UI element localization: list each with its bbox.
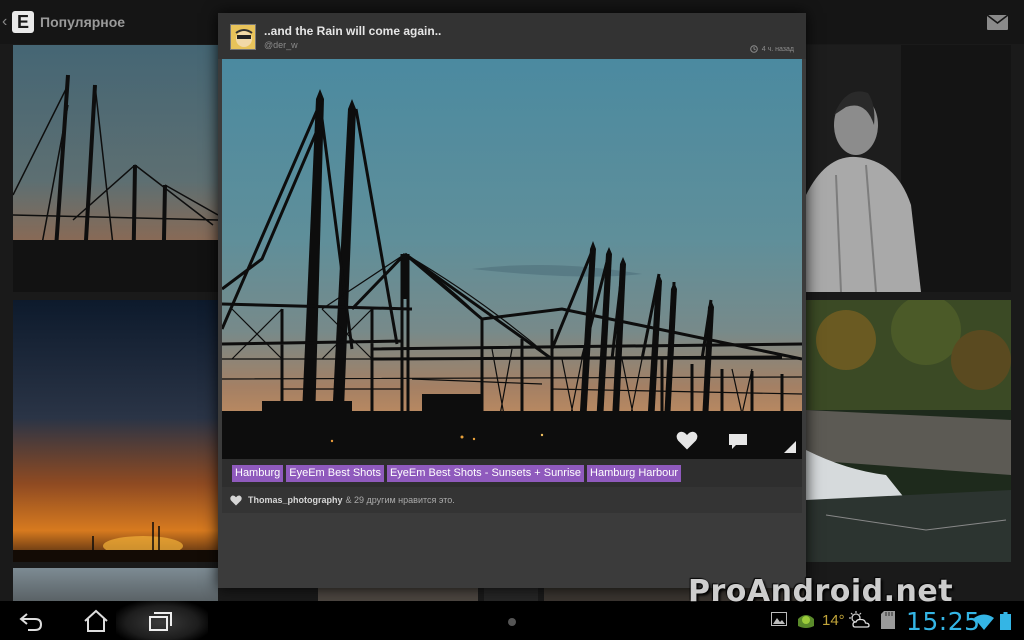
expand-corner-icon[interactable] — [784, 441, 796, 453]
grid-photo-bottom-camera[interactable] — [484, 588, 538, 601]
tag-chip[interactable]: Hamburg Harbour — [587, 464, 682, 482]
battery-icon — [1000, 612, 1011, 630]
heart-icon — [230, 495, 242, 505]
tag-chip[interactable]: EyeEm Best Shots — [286, 464, 384, 482]
wifi-icon — [974, 614, 994, 630]
grid-photo-waterfall[interactable] — [806, 300, 1011, 562]
back-nav-icon[interactable] — [18, 608, 44, 634]
gallery-icon — [771, 612, 787, 626]
grid-photo-bottom-mid[interactable] — [318, 588, 478, 601]
sd-card-icon — [881, 611, 895, 629]
tag-chip[interactable]: Hamburg — [232, 464, 284, 482]
tag-chip[interactable]: EyeEm Best Shots - Sunsets + Sunrise — [386, 464, 585, 482]
grid-photo-sunset[interactable] — [13, 300, 218, 562]
android-icon — [798, 615, 814, 628]
mail-icon[interactable] — [987, 15, 1008, 30]
recents-nav-icon[interactable] — [148, 608, 174, 634]
heart-icon[interactable] — [676, 431, 698, 450]
grid-photo-cranes[interactable] — [13, 45, 218, 292]
page-indicator-dot — [508, 618, 516, 626]
watermark: ProAndroid.net — [688, 574, 954, 609]
grid-photo-bottom-left[interactable] — [13, 568, 218, 601]
photo-author[interactable]: @der_w — [264, 40, 298, 50]
back-icon[interactable]: ‹ — [2, 13, 12, 31]
tags-bar: Hamburg EyeEm Best Shots EyeEm Best Shot… — [222, 459, 802, 487]
weather-icon — [849, 611, 870, 628]
likes-count-text: & 29 другим нравится это. — [345, 495, 455, 505]
photo-detail-dialog: ..and the Rain will come again.. @der_w … — [218, 13, 806, 588]
likes-row: Thomas_photography & 29 другим нравится … — [222, 487, 802, 513]
page-title: Популярное — [40, 14, 126, 30]
app-logo[interactable]: E — [12, 11, 34, 33]
clock-icon — [749, 45, 758, 53]
main-photo[interactable] — [222, 59, 802, 459]
avatar[interactable] — [230, 24, 256, 50]
home-nav-icon[interactable] — [83, 608, 109, 634]
comment-icon[interactable] — [728, 433, 748, 450]
likes-user-link[interactable]: Thomas_photography — [248, 495, 343, 505]
clock-text: 15:25 — [906, 607, 981, 636]
grid-photo-portrait[interactable] — [806, 45, 1011, 292]
temperature-text: 14° — [822, 612, 845, 629]
photo-header: ..and the Rain will come again.. @der_w … — [218, 13, 806, 59]
photo-title: ..and the Rain will come again.. — [264, 24, 442, 38]
timestamp: 4 ч. назад — [749, 45, 794, 53]
time-text: 4 ч. назад — [761, 45, 794, 53]
